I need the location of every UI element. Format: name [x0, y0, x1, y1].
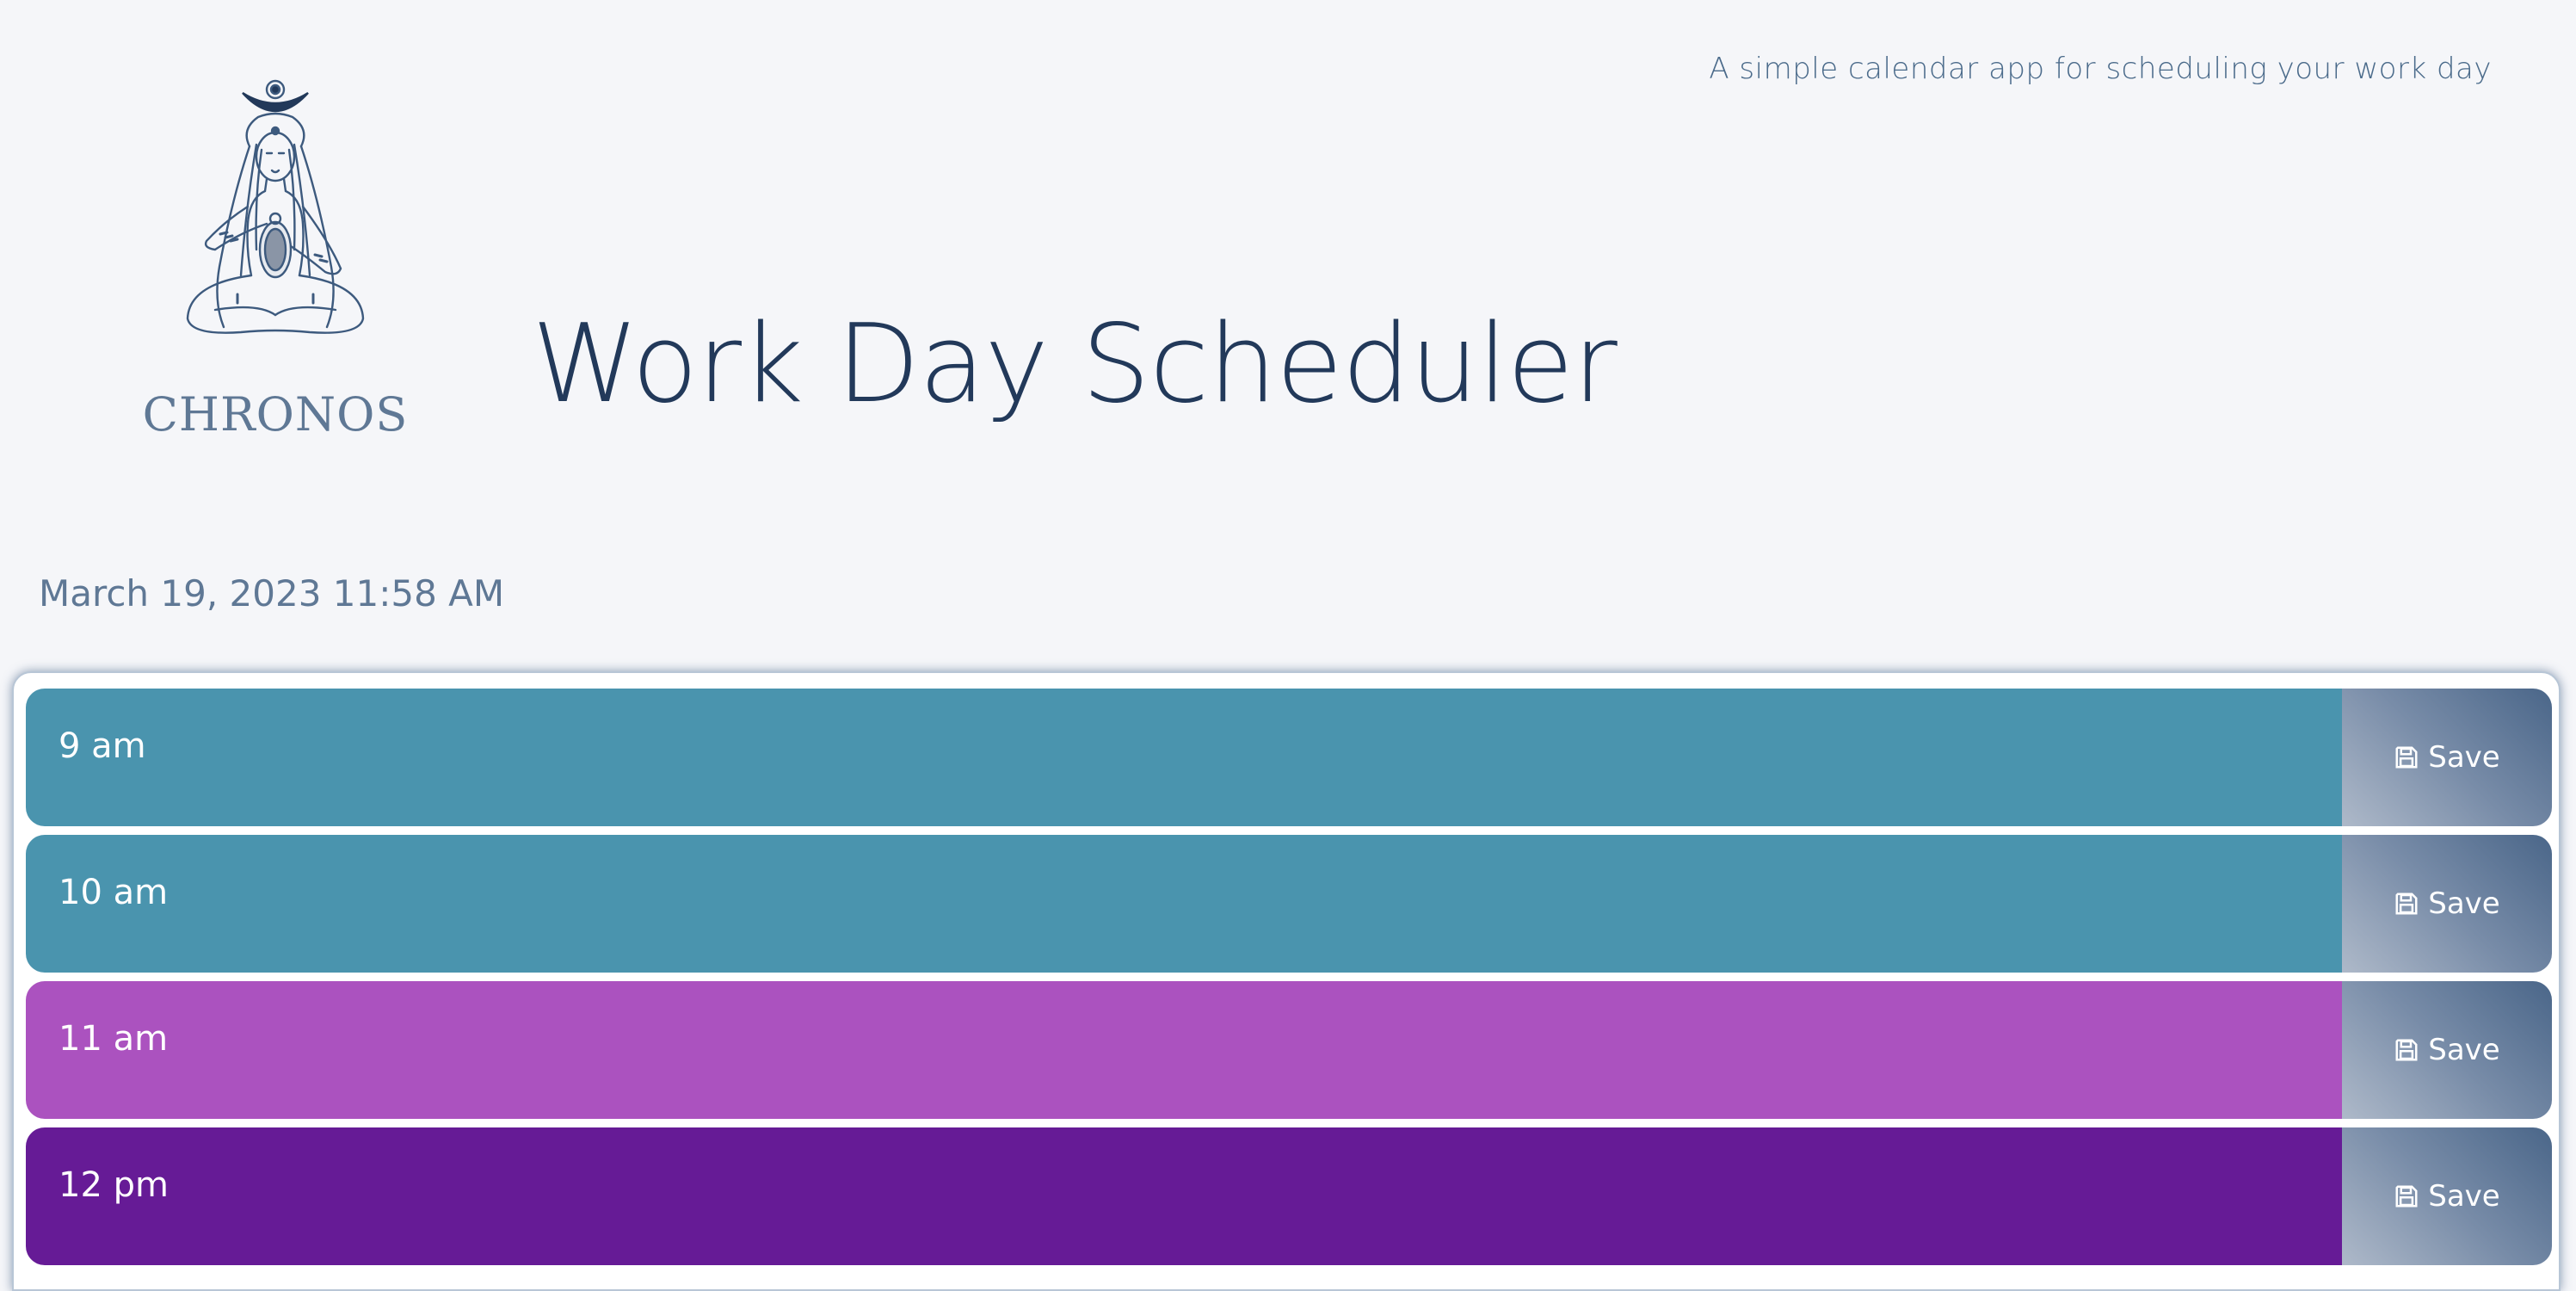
page-title: Work Day Scheduler — [532, 300, 1618, 427]
hour-label: 11 am — [59, 1019, 169, 1059]
hour-label: 10 am — [59, 873, 169, 912]
floppy-disk-icon — [2395, 1185, 2418, 1208]
timeblock-row: 9 am Save — [26, 689, 2552, 826]
save-button[interactable]: Save — [2342, 835, 2552, 973]
current-date-display: March 19, 2023 11:58 AM — [39, 572, 505, 615]
event-textarea[interactable]: 10 am — [26, 835, 2342, 973]
floppy-disk-icon — [2395, 893, 2418, 915]
save-label: Save — [2428, 1179, 2500, 1214]
event-textarea[interactable]: 9 am — [26, 689, 2342, 826]
logo-wordmark: CHRONOS — [142, 387, 409, 442]
save-button[interactable]: Save — [2342, 981, 2552, 1119]
floppy-disk-icon — [2395, 1039, 2418, 1061]
goddess-illustration-icon — [186, 79, 365, 334]
chronos-logo: CHRONOS — [138, 77, 413, 448]
event-textarea[interactable]: 11 am — [26, 981, 2342, 1119]
save-button[interactable]: Save — [2342, 1127, 2552, 1265]
save-label: Save — [2428, 740, 2500, 775]
event-textarea[interactable]: 12 pm — [26, 1127, 2342, 1265]
save-label: Save — [2428, 886, 2500, 921]
timeblock-container: 9 am Save 10 am Save 11 am Save 12 pm Sa… — [12, 671, 2561, 1291]
app-tagline: A simple calendar app for scheduling you… — [1709, 52, 2492, 86]
hour-label: 9 am — [59, 726, 146, 766]
timeblock-row: 10 am Save — [26, 835, 2552, 973]
hour-label: 12 pm — [59, 1165, 169, 1205]
timeblock-row: 12 pm Save — [26, 1127, 2552, 1265]
floppy-disk-icon — [2395, 746, 2418, 769]
save-button[interactable]: Save — [2342, 689, 2552, 826]
save-label: Save — [2428, 1033, 2500, 1067]
timeblock-row: 11 am Save — [26, 981, 2552, 1119]
